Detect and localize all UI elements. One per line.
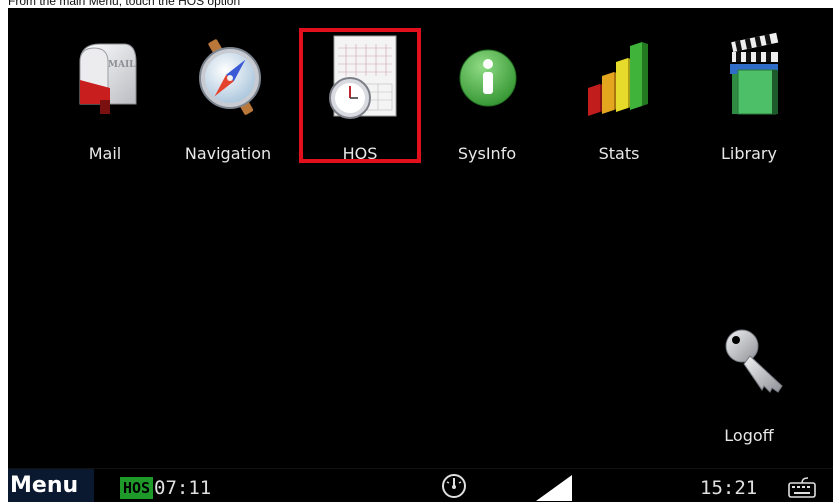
app-mail-label: Mail <box>88 144 122 163</box>
app-hos-label: HOS <box>342 144 378 163</box>
clock: 15:21 <box>700 477 758 499</box>
app-sysinfo[interactable]: SysInfo <box>432 20 542 163</box>
app-navigation-label: Navigation <box>184 144 272 163</box>
app-stats[interactable]: Stats <box>564 20 674 163</box>
app-library[interactable]: Library <box>694 20 804 163</box>
speedometer-icon[interactable] <box>441 473 467 499</box>
mailbox-label: MAIL <box>108 60 136 70</box>
app-navigation[interactable]: Navigation <box>173 20 283 163</box>
app-hos[interactable]: HOS <box>305 20 415 163</box>
key-icon <box>714 312 784 402</box>
mailbox-icon: MAIL <box>70 30 140 120</box>
device-screen: MAIL Mail Navigation HOS SysInfo Stats L… <box>8 8 833 502</box>
app-sysinfo-label: SysInfo <box>457 144 517 163</box>
signal-strength-icon <box>534 475 574 501</box>
clapper-book-icon <box>714 30 784 120</box>
app-mail[interactable]: MAIL Mail <box>50 20 160 163</box>
info-icon <box>452 30 522 120</box>
hos-status-badge[interactable]: HOS <box>120 477 154 499</box>
logbook-stopwatch-icon <box>325 30 397 120</box>
hos-remaining-time: 07:11 <box>154 477 212 499</box>
compass-icon <box>193 30 263 120</box>
logoff-button[interactable]: Logoff <box>694 302 804 445</box>
app-stats-label: Stats <box>598 144 640 163</box>
app-library-label: Library <box>721 144 777 163</box>
bar-chart-icon <box>584 30 654 120</box>
instruction-text: From the main Menu, touch the HOS option <box>8 0 241 8</box>
logoff-label: Logoff <box>724 426 774 445</box>
menu-button[interactable]: Menu <box>8 469 94 502</box>
taskbar: Menu HOS 07:11 15:21 <box>8 468 833 502</box>
keyboard-icon[interactable] <box>786 476 820 500</box>
